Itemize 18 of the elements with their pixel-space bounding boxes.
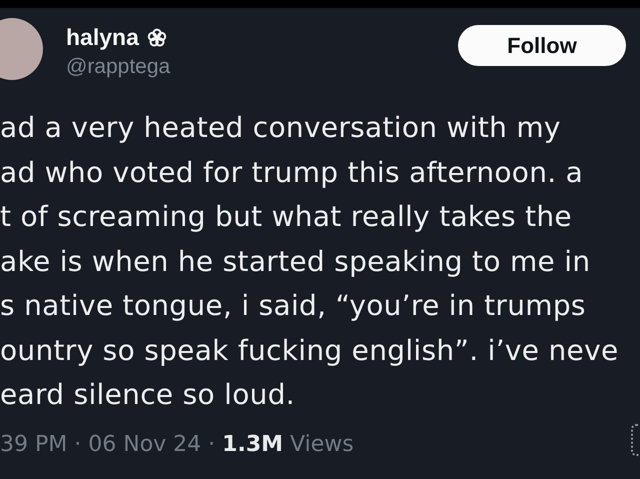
post-date: 06 Nov 24 xyxy=(88,432,202,456)
views-label: Views xyxy=(290,432,354,456)
tweet-text-line: t of screaming but what really takes the xyxy=(0,199,573,235)
tweet-text-line: ake is when he started speaking to me in xyxy=(0,244,592,280)
follow-button[interactable]: Follow xyxy=(458,25,626,66)
tweet-text-line: s native tongue, i said, “you’re in trumps xyxy=(0,288,587,324)
author-handle: @rapptega xyxy=(66,55,170,79)
views-count: 1.3M xyxy=(222,432,284,456)
dotted-icon[interactable] xyxy=(630,423,640,457)
tweet-text-line: ad a very heated conversation with my xyxy=(0,110,562,146)
tweet-text-line: eard silence so loud. xyxy=(0,377,296,413)
separator-dot: · xyxy=(74,432,82,456)
tweet-text-line: ountry so speak fucking english”. i’ve neve xyxy=(0,332,620,368)
author-name: halyna xyxy=(66,24,139,51)
tweet-text-line: ad who voted for trump this afternoon. a xyxy=(0,154,584,190)
flower-icon xyxy=(146,28,167,48)
post-time: 39 PM xyxy=(0,432,68,456)
separator-dot: · xyxy=(208,432,216,456)
